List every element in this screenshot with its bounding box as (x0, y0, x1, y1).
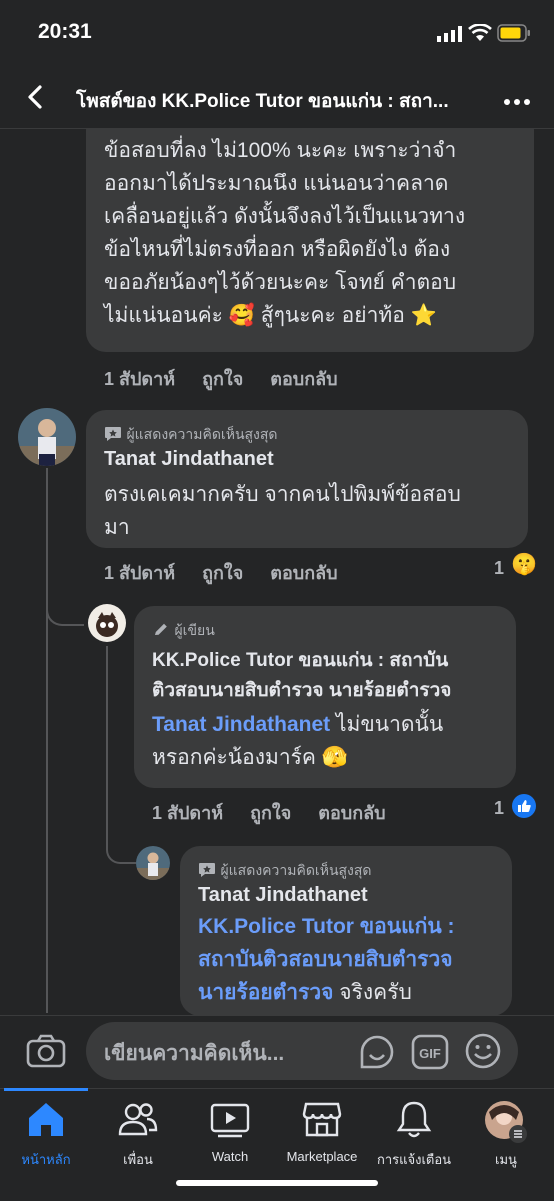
watch-icon (210, 1103, 250, 1138)
author-badge: ผู้เขียน (152, 620, 215, 642)
chevron-left-icon (28, 85, 42, 109)
comment-meta: 1 สัปดาห์ ถูกใจ ตอบกลับ (152, 798, 408, 827)
reaction-count[interactable]: 1 (494, 558, 504, 579)
mention-link[interactable]: KK.Police Tutor ขอนแก่น : (198, 910, 508, 943)
top-fan-badge: ผู้แสดงความคิดเห็นสูงสุด (198, 860, 372, 882)
signal-icon (437, 26, 463, 47)
thread-line (106, 646, 108, 846)
top-fan-icon (199, 863, 215, 877)
thread-connector (46, 580, 84, 626)
reply-button[interactable]: ตอบกลับ (270, 563, 337, 583)
page-title: โพสต์ของ KK.Police Tutor ขอนแก่น : สถา..… (76, 91, 449, 112)
gif-icon: GIF (411, 1034, 449, 1070)
like-button[interactable]: ถูกใจ (202, 563, 243, 583)
like-button[interactable]: ถูกใจ (250, 803, 291, 823)
thread-connector (106, 820, 136, 864)
comment-text: KK.Police Tutor ขอนแก่น : สถาบันติวสอบนา… (198, 910, 508, 1009)
friends-icon (118, 1103, 158, 1136)
top-fan-icon (105, 427, 121, 441)
comment-input-placeholder: เขียนความคิดเห็น... (104, 1042, 285, 1065)
comment-time: 1 สัปดาห์ (152, 803, 224, 823)
reply-button[interactable]: ตอบกลับ (318, 803, 385, 823)
bell-icon (396, 1101, 432, 1138)
tab-notifications[interactable] (364, 1100, 464, 1143)
thread-line (46, 468, 48, 1013)
top-fan-badge: ผู้แสดงความคิดเห็นสูงสุด (104, 424, 278, 446)
status-time: 20:31 (38, 20, 92, 43)
commenter-name[interactable]: KK.Police Tutor (152, 650, 293, 671)
svg-text:GIF: GIF (419, 1046, 441, 1061)
tab-menu[interactable] (456, 1100, 554, 1149)
tab-marketplace[interactable] (272, 1100, 372, 1143)
pencil-icon (155, 623, 167, 635)
comment-text: KK.Police Tutor ขอนแก่น : สถาบัน ติวสอบน… (152, 650, 452, 769)
reaction-emoji-icon[interactable]: 🤫 (511, 553, 537, 577)
wifi-icon (468, 23, 492, 47)
reaction-count[interactable]: 1 (494, 798, 504, 819)
sticker-icon (360, 1035, 394, 1069)
header-divider (0, 128, 554, 129)
home-indicator (176, 1180, 378, 1186)
gif-button[interactable]: GIF (411, 1034, 449, 1075)
avatar[interactable] (136, 846, 170, 880)
camera-button[interactable] (26, 1034, 66, 1073)
back-button[interactable] (20, 82, 50, 112)
tab-menu-label: เมนู (495, 1152, 517, 1167)
comment-text: ข้อสอบที่ลง ไม่100% นะคะ เพราะว่าจำ ออกม… (104, 139, 466, 327)
comment-time: 1 สัปดาห์ (104, 369, 176, 389)
commenter-name[interactable]: Tanat Jindathanet (104, 448, 274, 471)
author-avatar[interactable] (88, 604, 126, 642)
mention-link[interactable]: Tanat Jindathanet (152, 713, 330, 736)
comment-time: 1 สัปดาห์ (104, 563, 176, 583)
avatar[interactable] (18, 408, 76, 466)
tab-friends[interactable] (88, 1100, 188, 1143)
commenter-name[interactable]: Tanat Jindathanet (198, 884, 368, 907)
marketplace-icon (302, 1102, 342, 1137)
reply-button[interactable]: ตอบกลับ (270, 369, 337, 389)
active-tab-indicator (4, 1088, 88, 1091)
comment-meta: 1 สัปดาห์ ถูกใจ ตอบกลับ (104, 558, 360, 587)
camera-icon (26, 1034, 66, 1068)
comment-meta: 1 สัปดาห์ ถูกใจ ตอบกลับ (104, 364, 360, 393)
battery-icon (497, 24, 531, 47)
more-options-button[interactable] (503, 93, 531, 111)
emoji-icon (465, 1033, 501, 1069)
menu-avatar (485, 1101, 527, 1143)
comment-text: ตรงเคเคมากครับ จากคนไปพิมพ์ข้อสอบ มา (104, 483, 461, 539)
tab-home[interactable] (0, 1100, 96, 1143)
more-dots-icon (504, 99, 530, 105)
like-button[interactable]: ถูกใจ (202, 369, 243, 389)
sticker-button[interactable] (358, 1033, 396, 1076)
like-reaction-icon[interactable] (512, 794, 536, 823)
home-icon (29, 1103, 63, 1136)
tab-watch[interactable] (180, 1100, 280, 1143)
emoji-button[interactable] (465, 1033, 501, 1074)
